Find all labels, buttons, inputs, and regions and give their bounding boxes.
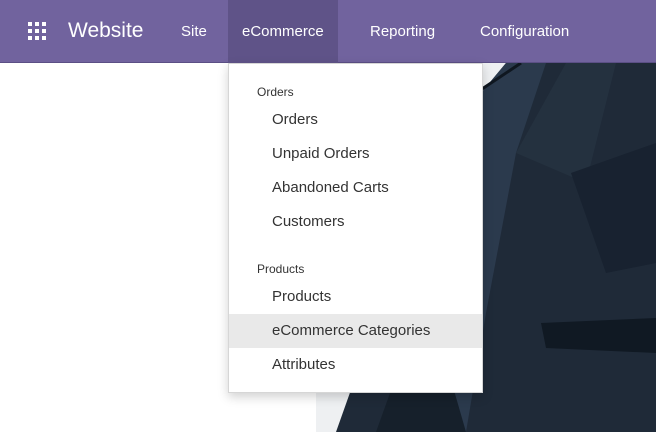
section-header-orders: Orders (257, 85, 294, 99)
menu-item-orders[interactable]: Orders (229, 103, 482, 137)
section-header-products: Products (257, 262, 305, 276)
apps-grid-icon[interactable] (28, 22, 46, 40)
ecommerce-dropdown: Orders Orders Unpaid Orders Abandoned Ca… (228, 63, 483, 393)
menu-item-customers[interactable]: Customers (229, 205, 482, 239)
menu-item-ecommerce-categories[interactable]: eCommerce Categories (229, 314, 482, 348)
menu-item-products[interactable]: Products (229, 280, 482, 314)
menu-item-attributes[interactable]: Attributes (229, 348, 482, 382)
nav-reporting[interactable]: Reporting (356, 0, 449, 63)
nav-configuration[interactable]: Configuration (466, 0, 583, 63)
menu-item-abandoned-carts[interactable]: Abandoned Carts (229, 171, 482, 205)
nav-ecommerce[interactable]: eCommerce (228, 0, 338, 63)
menu-item-unpaid-orders[interactable]: Unpaid Orders (229, 137, 482, 171)
top-navbar: Website Site eCommerce Reporting Configu… (0, 0, 656, 63)
nav-site[interactable]: Site (167, 0, 221, 63)
app-title[interactable]: Website (68, 17, 143, 45)
